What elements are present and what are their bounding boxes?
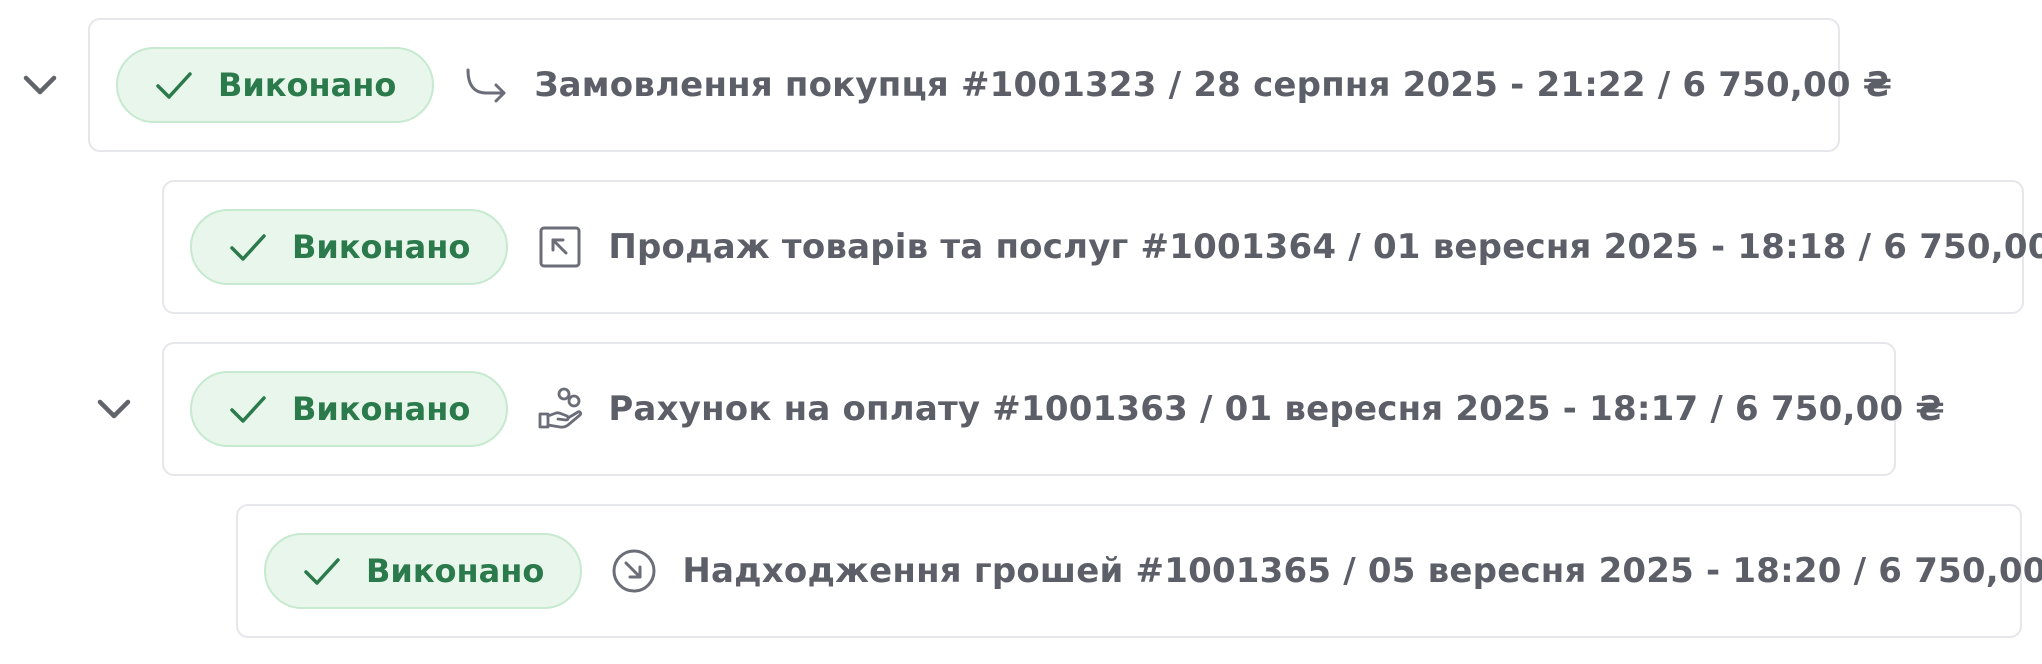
- document-card[interactable]: Виконано Замовлення покупця #1001323 / 2…: [88, 18, 1892, 152]
- status-label: Виконано: [218, 66, 397, 104]
- document-label[interactable]: Замовлення покупця #1001323 / 28 серпня …: [534, 65, 1892, 105]
- document-card[interactable]: Виконано Продаж товарів та послуг #10013…: [162, 180, 2042, 314]
- status-label: Виконано: [292, 390, 471, 428]
- tree-node: Виконано Надходження грошей #1001365 / 0…: [0, 504, 2042, 638]
- status-badge: Виконано: [190, 209, 509, 285]
- status-badge: Виконано: [190, 371, 509, 447]
- status-badge: Виконано: [264, 533, 583, 609]
- document-label[interactable]: Продаж товарів та послуг #1001364 / 01 в…: [608, 227, 2042, 267]
- status-badge: Виконано: [116, 47, 435, 123]
- redirect-arrow-icon: [466, 68, 506, 103]
- document-tree: Виконано Замовлення покупця #1001323 / 2…: [0, 0, 2042, 664]
- status-label: Виконано: [292, 228, 471, 266]
- check-icon: [304, 558, 340, 585]
- arrow-up-left-square-icon: [539, 226, 581, 268]
- arrow-down-right-circle-icon: [612, 549, 656, 593]
- chevron-down-icon[interactable]: [16, 61, 64, 109]
- check-icon: [230, 396, 266, 423]
- hand-coins-icon: [538, 387, 583, 429]
- check-icon: [156, 72, 192, 99]
- check-icon: [230, 234, 266, 261]
- document-card[interactable]: Виконано Надходження грошей #1001365 / 0…: [236, 504, 2042, 638]
- status-label: Виконано: [366, 552, 545, 590]
- tree-node: Виконано Замовлення покупця #1001323 / 2…: [0, 18, 1892, 152]
- document-card[interactable]: Виконано Рахунок на оплату #1001363 / 01…: [162, 342, 1945, 476]
- tree-node: Виконано Продаж товарів та послуг #10013…: [0, 180, 2042, 314]
- document-label[interactable]: Рахунок на оплату #1001363 / 01 вересня …: [608, 389, 1945, 429]
- tree-node: Виконано Рахунок на оплату #1001363 / 01…: [0, 342, 1945, 476]
- document-label[interactable]: Надходження грошей #1001365 / 05 вересня…: [682, 551, 2042, 591]
- chevron-down-icon[interactable]: [90, 385, 138, 433]
